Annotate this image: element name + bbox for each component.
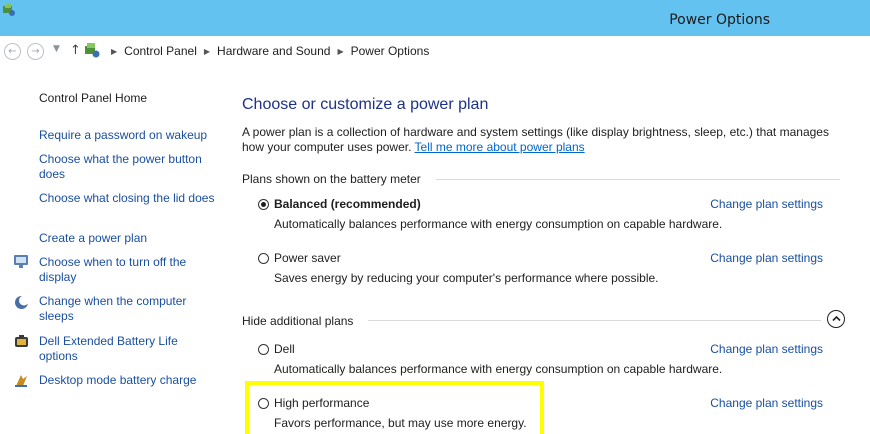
plan-dell-label: Dell xyxy=(274,342,295,356)
learn-more-link[interactable]: Tell me more about power plans xyxy=(415,140,585,154)
plan-dell-desc: Automatically balances performance with … xyxy=(274,362,723,376)
plan-power-saver-label: Power saver xyxy=(274,251,341,265)
battery-icon xyxy=(15,335,28,347)
plan-balanced[interactable]: Balanced (recommended) xyxy=(258,197,421,211)
window-title: Power Options xyxy=(669,12,770,28)
sidebar: Control Panel Home Require a password on… xyxy=(0,66,218,434)
sidebar-item-closing-lid[interactable]: Choose what closing the lid does xyxy=(39,191,217,206)
collapse-button[interactable] xyxy=(827,310,845,328)
page-description: A power plan is a collection of hardware… xyxy=(242,125,842,155)
sidebar-item-turn-off-display[interactable]: Choose when to turn off the display xyxy=(39,255,217,285)
address-bar: ← → ▼ ↑ ▶ Control Panel ▶ Hardware and S… xyxy=(0,36,870,66)
change-plan-dell[interactable]: Change plan settings xyxy=(710,342,823,356)
sidebar-item-computer-sleeps[interactable]: Change when the computer sleeps xyxy=(39,294,217,324)
title-bar: Power Options xyxy=(0,0,870,36)
main-content: Choose or customize a power plan A power… xyxy=(218,66,870,434)
chevron-up-icon xyxy=(831,315,841,322)
breadcrumb-hardware-and-sound[interactable]: Hardware and Sound xyxy=(217,44,330,58)
radio-power-saver[interactable] xyxy=(258,252,269,264)
breadcrumb-power-options[interactable]: Power Options xyxy=(351,44,430,58)
section-divider xyxy=(436,179,840,180)
sidebar-item-power-button[interactable]: Choose what the power button does xyxy=(39,152,217,182)
plan-power-saver[interactable]: Power saver xyxy=(258,251,341,265)
moon-icon xyxy=(15,295,29,309)
sidebar-item-dell-battery[interactable]: Dell Extended Battery Life options xyxy=(39,334,217,364)
change-plan-high-performance[interactable]: Change plan settings xyxy=(710,396,823,410)
breadcrumb-separator-icon: ▶ xyxy=(111,46,118,56)
breadcrumb-separator-icon: ▶ xyxy=(337,46,344,56)
breadcrumb-control-panel[interactable]: Control Panel xyxy=(124,44,197,58)
sidebar-control-panel-home[interactable]: Control Panel Home xyxy=(39,91,147,105)
radio-dell[interactable] xyxy=(258,343,269,355)
section-battery-meter: Plans shown on the battery meter xyxy=(242,172,421,186)
change-plan-power-saver[interactable]: Change plan settings xyxy=(710,251,823,265)
sidebar-item-desktop-battery[interactable]: Desktop mode battery charge xyxy=(39,373,217,388)
power-options-icon xyxy=(3,4,15,16)
plan-balanced-desc: Automatically balances performance with … xyxy=(274,217,723,231)
back-button[interactable]: ← xyxy=(4,43,21,60)
power-options-icon xyxy=(85,43,100,58)
sidebar-item-create-plan[interactable]: Create a power plan xyxy=(39,231,217,246)
display-icon xyxy=(14,255,28,268)
section-hide-additional[interactable]: Hide additional plans xyxy=(242,314,353,328)
up-arrow-icon[interactable]: ↑ xyxy=(70,43,81,58)
forward-arrow-icon: → xyxy=(31,46,40,57)
change-plan-balanced[interactable]: Change plan settings xyxy=(710,197,823,211)
forward-button[interactable]: → xyxy=(27,43,44,60)
plan-dell[interactable]: Dell xyxy=(258,342,295,356)
breadcrumb-separator-icon: ▶ xyxy=(203,46,211,56)
plan-power-saver-desc: Saves energy by reducing your computer's… xyxy=(274,271,659,285)
desktop-battery-icon xyxy=(15,375,27,387)
plan-balanced-label: Balanced (recommended) xyxy=(274,197,421,211)
section-divider xyxy=(368,320,821,321)
highlight-box xyxy=(245,381,544,434)
back-arrow-icon: ← xyxy=(8,46,17,57)
breadcrumb: ▶ Control Panel ▶ Hardware and Sound ▶ P… xyxy=(104,44,429,58)
page-title: Choose or customize a power plan xyxy=(242,96,489,113)
sidebar-item-require-password[interactable]: Require a password on wakeup xyxy=(39,128,217,143)
chevron-down-icon[interactable]: ▼ xyxy=(53,44,60,54)
radio-balanced[interactable] xyxy=(258,198,269,210)
